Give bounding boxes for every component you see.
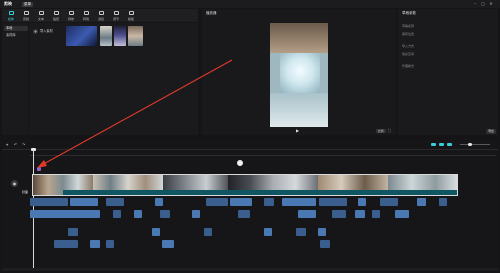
annotation-arrow-head [37, 160, 47, 168]
annotation-arrow [37, 59, 233, 168]
annotation-arrow-line [39, 59, 233, 167]
